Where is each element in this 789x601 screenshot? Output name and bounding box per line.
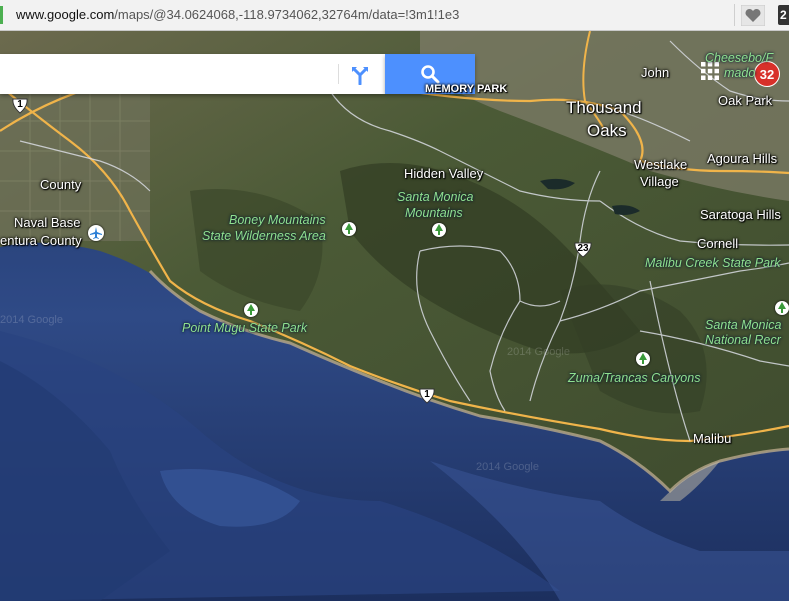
map-canvas[interactable]: 32 Thousand Oaks John Oak Park Cheesebo/… <box>0 31 789 601</box>
label-santa-monica-mountains-2[interactable]: Mountains <box>405 206 463 221</box>
label-boney-2[interactable]: State Wilderness Area <box>202 229 326 244</box>
extension-badge: 2 <box>780 8 787 22</box>
label-oak-park[interactable]: Oak Park <box>718 93 772 108</box>
search-box[interactable] <box>0 54 385 94</box>
search-divider <box>338 64 339 84</box>
label-cornell[interactable]: Cornell <box>697 236 738 251</box>
label-cheeseboro[interactable]: Cheesebo/F <box>705 51 773 66</box>
label-john[interactable]: John <box>641 65 669 80</box>
route-1-shield[interactable]: 1 <box>418 388 436 404</box>
tree-icon[interactable] <box>775 301 789 315</box>
label-westlake[interactable]: Westlake <box>634 157 687 172</box>
label-memory-park[interactable]: MEMORY PARK <box>425 83 507 95</box>
notification-count: 32 <box>759 67 775 82</box>
tree-icon[interactable] <box>342 222 356 236</box>
urlbar-divider <box>734 4 735 26</box>
url-path: /maps/@34.0624068,-118.9734062,32764m/da… <box>114 7 460 22</box>
label-zuma[interactable]: Zuma/Trancas Canyons <box>568 371 700 386</box>
label-agoura-hills[interactable]: Agoura Hills <box>707 151 777 166</box>
label-boney-1[interactable]: Boney Mountains <box>229 213 326 228</box>
route-23-label: 23 <box>577 243 589 254</box>
label-malibu-creek[interactable]: Malibu Creek State Park <box>645 256 780 271</box>
label-naval-base[interactable]: Naval Base <box>14 215 80 230</box>
label-ventura-county[interactable]: entura County <box>0 233 82 248</box>
airplane-icon[interactable] <box>88 225 104 241</box>
route-1-label: 1 <box>17 99 23 110</box>
satellite-imagery <box>0 31 789 601</box>
heart-icon[interactable] <box>741 5 765 26</box>
label-cheeseboro-2[interactable]: mado <box>724 66 755 81</box>
tree-icon[interactable] <box>636 352 650 366</box>
label-santa-monica-nra-2[interactable]: National Recr <box>705 333 781 348</box>
label-saratoga-hills[interactable]: Saratoga Hills <box>700 207 781 222</box>
url-text[interactable]: www.google.com/maps/@34.0624068,-118.973… <box>16 7 459 22</box>
tree-icon[interactable] <box>244 303 258 317</box>
label-county[interactable]: County <box>40 177 81 192</box>
map-watermark-3: 2014 Google <box>476 461 539 473</box>
map-watermark-1: 2014 Google <box>0 314 63 326</box>
security-indicator <box>0 6 3 24</box>
label-oaks[interactable]: Oaks <box>587 121 627 141</box>
label-village[interactable]: Village <box>640 174 679 189</box>
map-watermark-2: 2014 Google <box>507 346 570 358</box>
route-1-shield[interactable]: 1 <box>11 98 29 114</box>
label-thousand[interactable]: Thousand <box>566 98 642 118</box>
directions-icon[interactable] <box>349 63 371 85</box>
route-1-label: 1 <box>424 389 430 400</box>
label-point-mugu[interactable]: Point Mugu State Park <box>182 321 307 336</box>
label-malibu[interactable]: Malibu <box>693 431 731 446</box>
url-host: www.google.com <box>16 7 115 22</box>
search-icon <box>421 65 440 84</box>
browser-address-bar[interactable]: www.google.com/maps/@34.0624068,-118.973… <box>0 0 789 31</box>
tree-icon[interactable] <box>432 223 446 237</box>
label-hidden-valley[interactable]: Hidden Valley <box>404 166 483 181</box>
label-santa-monica-mountains-1[interactable]: Santa Monica <box>397 190 473 205</box>
route-23-shield[interactable]: 23 <box>573 242 593 258</box>
label-santa-monica-nra-1[interactable]: Santa Monica <box>705 318 781 333</box>
extension-button[interactable]: 2 <box>778 5 789 25</box>
search-input[interactable] <box>8 62 332 88</box>
